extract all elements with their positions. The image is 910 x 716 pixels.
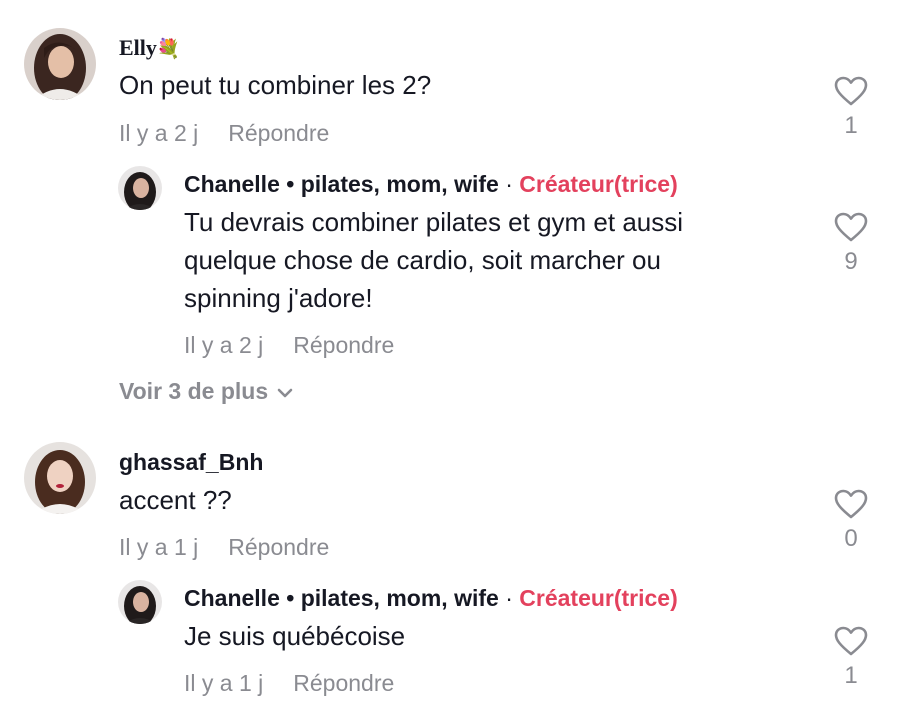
creator-badge: Créateur(trice): [519, 171, 678, 197]
like-count: 9: [844, 248, 858, 275]
avatar-image: [118, 166, 162, 210]
like-button[interactable]: 1: [821, 626, 881, 690]
reply-meta: Il y a 2 j Répondre: [184, 332, 394, 359]
view-more-label: Voir 3 de plus: [119, 378, 269, 404]
like-count: 1: [844, 662, 858, 689]
username-text: Chanelle • pilates, mom, wife: [184, 585, 499, 611]
avatar-image: [24, 442, 96, 514]
reply-button[interactable]: Répondre: [228, 120, 329, 146]
chevron-down-icon: [277, 388, 293, 398]
comment-time: Il y a 1 j: [119, 534, 199, 560]
comment-time: Il y a 2 j: [119, 120, 199, 146]
avatar[interactable]: [24, 28, 96, 100]
creator-badge: Créateur(trice): [519, 585, 678, 611]
separator: ·: [505, 171, 513, 197]
username-text: Chanelle • pilates, mom, wife: [184, 171, 499, 197]
reply-text-line: spinning j'adore!: [184, 283, 373, 313]
heart-outline-icon: [834, 626, 868, 656]
comments-panel: Elly💐 On peut tu combiner les 2? Il y a …: [0, 0, 910, 716]
heart-outline-icon: [834, 489, 868, 519]
reply-text-line: Tu devrais combiner pilates et gym et au…: [184, 207, 684, 237]
reply-time: Il y a 1 j: [184, 670, 264, 696]
avatar-image: [24, 28, 96, 100]
reply-time: Il y a 2 j: [184, 332, 264, 358]
comment-meta: Il y a 2 j Répondre: [119, 120, 329, 147]
comment-username[interactable]: Elly💐: [119, 35, 181, 61]
bouquet-emoji: 💐: [156, 39, 181, 60]
reply-meta: Il y a 1 j Répondre: [184, 670, 394, 697]
reply-button[interactable]: Répondre: [293, 670, 394, 696]
reply-username[interactable]: Chanelle • pilates, mom, wife · Créateur…: [184, 171, 678, 198]
comment-text: On peut tu combiner les 2?: [119, 70, 432, 100]
heart-outline-icon: [834, 212, 868, 242]
reply-text-line: quelque chose de cardio, soit marcher ou: [184, 245, 661, 275]
separator: ·: [505, 585, 513, 611]
avatar-image: [118, 580, 162, 624]
avatar[interactable]: [24, 442, 96, 514]
like-button[interactable]: 0: [821, 489, 881, 553]
reply-button[interactable]: Répondre: [293, 332, 394, 358]
comment-text: accent ??: [119, 485, 232, 515]
like-count: 0: [844, 525, 858, 552]
avatar[interactable]: [118, 580, 162, 624]
comment-meta: Il y a 1 j Répondre: [119, 534, 329, 561]
reply-button[interactable]: Répondre: [228, 534, 329, 560]
avatar[interactable]: [118, 166, 162, 210]
reply-username[interactable]: Chanelle • pilates, mom, wife · Créateur…: [184, 585, 678, 612]
comment-username[interactable]: ghassaf_Bnh: [119, 449, 263, 476]
username-text: Elly: [119, 35, 157, 60]
like-count: 1: [844, 112, 858, 139]
like-button[interactable]: 1: [821, 76, 881, 140]
view-more-replies-button[interactable]: Voir 3 de plus: [119, 378, 294, 405]
heart-outline-icon: [834, 76, 868, 106]
like-button[interactable]: 9: [821, 212, 881, 276]
reply-text-line: Je suis québécoise: [184, 621, 406, 651]
